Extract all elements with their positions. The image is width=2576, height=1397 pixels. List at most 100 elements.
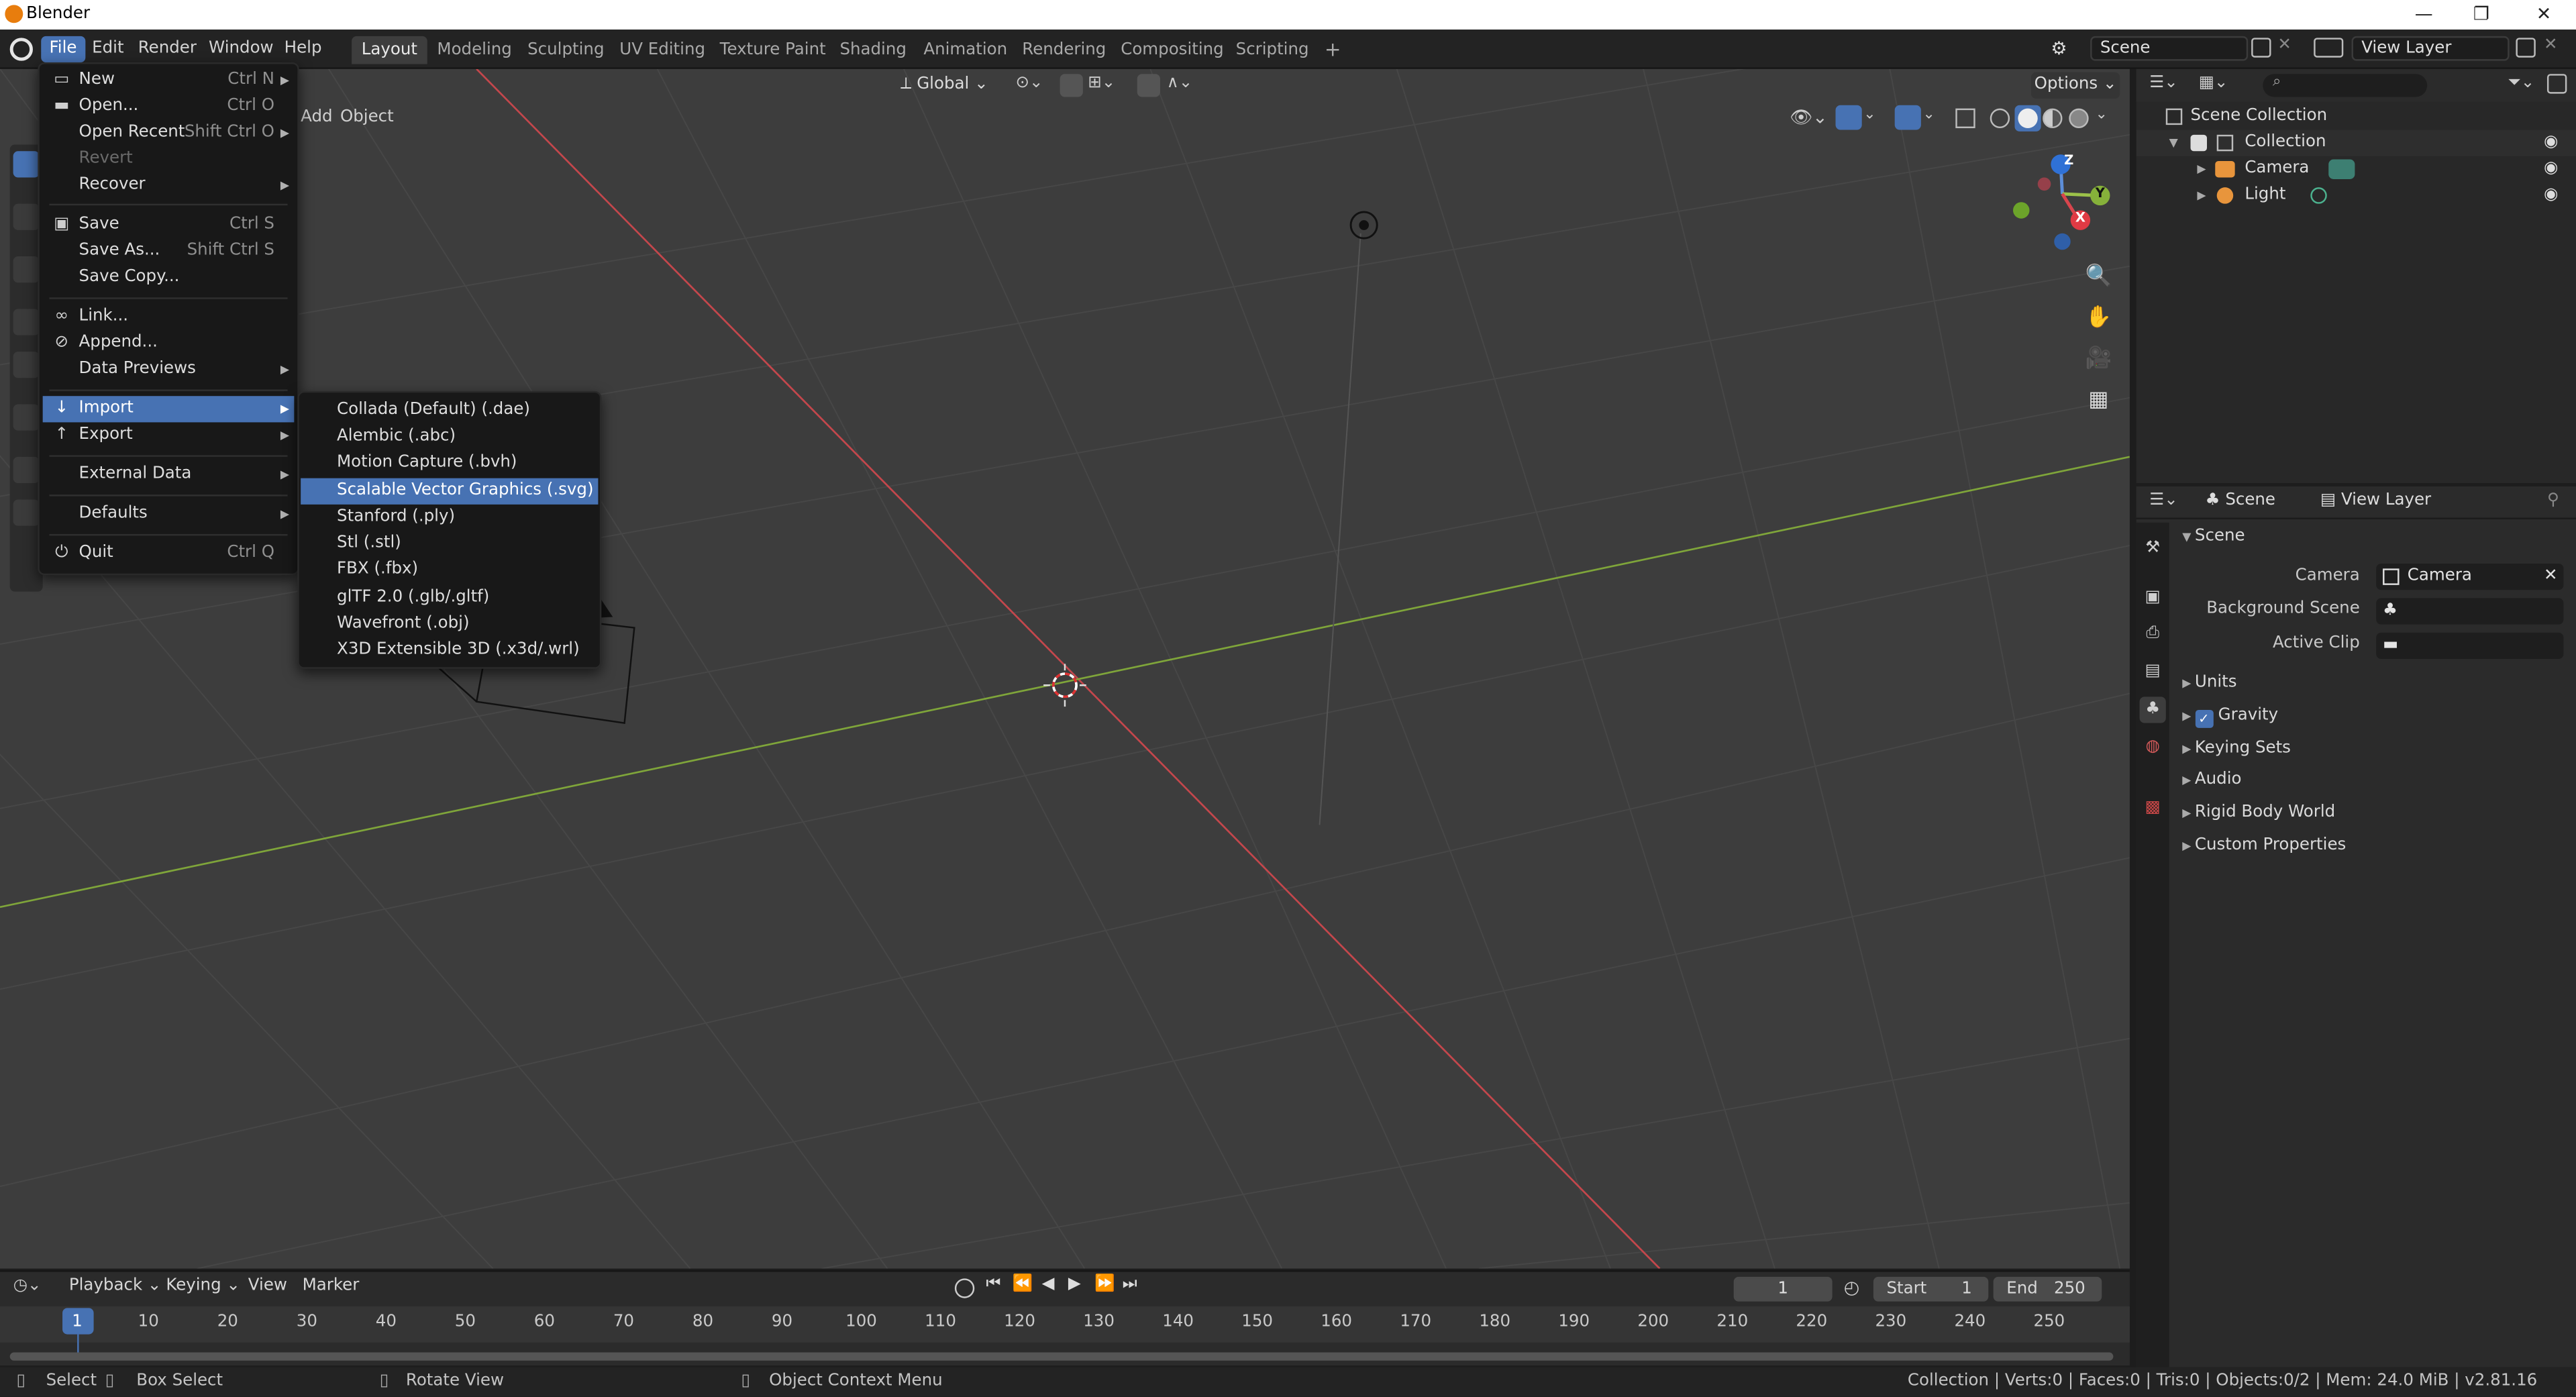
marker-menu[interactable]: Marker bbox=[303, 1277, 360, 1295]
file-menu-new[interactable]: ▭ New Ctrl N ▶ bbox=[43, 67, 295, 93]
tab-texture-paint[interactable]: Texture Paint bbox=[710, 36, 835, 64]
editor-type-icon[interactable]: ☰⌄ bbox=[2149, 491, 2185, 514]
units-panel-header[interactable]: ▶ Units bbox=[2182, 669, 2570, 698]
jump-keyframe-back-icon[interactable]: ⏪ bbox=[1013, 1275, 1033, 1293]
add-workspace-button[interactable]: + bbox=[1315, 36, 1351, 64]
play-reverse-icon[interactable]: ◀ bbox=[1042, 1275, 1055, 1293]
start-frame-field[interactable]: Start 1 bbox=[1873, 1276, 1989, 1302]
viewport-add-menu[interactable]: Add bbox=[294, 105, 339, 132]
annotate-tool-icon[interactable] bbox=[13, 456, 40, 484]
menu-window[interactable]: Window bbox=[201, 36, 282, 62]
stopwatch-icon[interactable]: ◴ bbox=[1844, 1277, 1860, 1298]
texture-tab-icon[interactable]: ▩ bbox=[2140, 795, 2166, 821]
keying-menu[interactable]: Keying ⌄ bbox=[166, 1277, 240, 1295]
file-menu-link[interactable]: ∞ Link... bbox=[43, 304, 295, 330]
import-collada[interactable]: Collada (Default) (.dae) bbox=[301, 398, 598, 424]
outliner-search-input[interactable]: ⌕ bbox=[2263, 74, 2428, 97]
tool-tab-icon[interactable]: ⚒ bbox=[2140, 535, 2166, 562]
eye-icon[interactable]: ◉ bbox=[2544, 156, 2558, 183]
world-tab-icon[interactable]: ◍ bbox=[2140, 735, 2166, 761]
eye-icon[interactable]: ◉ bbox=[2544, 183, 2558, 209]
shading-dropdown-icon[interactable]: ⌄ bbox=[2095, 107, 2111, 130]
viewport-object-menu[interactable]: Object bbox=[333, 105, 400, 132]
output-tab-icon[interactable]: ⎙ bbox=[2140, 621, 2166, 648]
timeline-view-menu[interactable]: View bbox=[248, 1277, 287, 1295]
tab-modeling[interactable]: Modeling bbox=[427, 36, 522, 64]
clear-icon[interactable]: ✕ bbox=[2544, 564, 2558, 590]
keying-sets-panel-header[interactable]: ▶ Keying Sets bbox=[2182, 735, 2570, 764]
cursor-tool-icon[interactable] bbox=[13, 203, 40, 230]
end-frame-field[interactable]: End 250 bbox=[1993, 1276, 2102, 1302]
active-clip-field[interactable]: ▬ bbox=[2376, 632, 2564, 660]
file-menu-save-copy[interactable]: Save Copy... bbox=[43, 264, 295, 291]
editor-type-icon[interactable]: ☰⌄ bbox=[2149, 74, 2185, 97]
scene-name-field[interactable]: Scene bbox=[2090, 36, 2249, 61]
gizmo-z-label[interactable]: Z bbox=[2061, 153, 2077, 168]
background-scene-field[interactable]: ♣ bbox=[2376, 598, 2564, 625]
pan-hand-icon[interactable]: ✋ bbox=[2080, 301, 2116, 337]
file-menu-save[interactable]: ▣ Save Ctrl S bbox=[43, 212, 295, 238]
timeline-scrollbar[interactable] bbox=[9, 1352, 2114, 1361]
pin-icon[interactable]: ⚲ bbox=[2547, 491, 2559, 509]
camera-field[interactable]: Camera ✕ bbox=[2376, 564, 2564, 590]
close-window-button[interactable]: ✕ bbox=[2519, 1, 2568, 28]
filter-icon[interactable]: ⏷⌄ bbox=[2508, 74, 2540, 97]
overlay-toggle-icon[interactable] bbox=[1894, 105, 1921, 130]
collection-checkbox[interactable] bbox=[2190, 134, 2208, 152]
tab-compositing[interactable]: Compositing bbox=[1111, 36, 1234, 64]
jump-keyframe-forward-icon[interactable]: ⏩ bbox=[1094, 1275, 1115, 1293]
solid-shading-icon[interactable] bbox=[2014, 105, 2041, 132]
outliner-row-collection[interactable]: ▼ Collection ◉ bbox=[2136, 130, 2576, 156]
new-scene-icon[interactable] bbox=[2251, 38, 2271, 58]
blender-menu-icon[interactable] bbox=[9, 38, 33, 61]
file-menu-save-as[interactable]: Save As... Shift Ctrl S bbox=[43, 238, 295, 264]
tab-shading[interactable]: Shading bbox=[830, 36, 917, 64]
gravity-checkbox[interactable]: ✓ bbox=[2194, 709, 2213, 728]
camera-data-icon[interactable] bbox=[2328, 159, 2355, 179]
file-menu-defaults[interactable]: Defaults ▶ bbox=[43, 501, 295, 527]
pivot-point-icon[interactable]: ⊙⌄ bbox=[1015, 74, 1048, 97]
file-menu-append[interactable]: ⊘ Append... bbox=[43, 330, 295, 356]
zoom-icon[interactable]: 🔍 bbox=[2080, 260, 2116, 296]
import-wavefront[interactable]: Wavefront (.obj) bbox=[301, 611, 598, 637]
expand-arrow-icon[interactable]: ▶ bbox=[2197, 156, 2206, 183]
xray-toggle-icon[interactable] bbox=[1955, 108, 1975, 129]
file-menu-open[interactable]: ▬ Open... Ctrl O bbox=[43, 94, 295, 120]
file-menu-import[interactable]: ↓ Import ▶ bbox=[42, 396, 295, 423]
gizmo-y-label[interactable]: Y bbox=[2092, 186, 2108, 201]
gravity-panel-header[interactable]: ▶ ✓ Gravity bbox=[2182, 702, 2570, 731]
delete-view-layer-icon[interactable]: ✕ bbox=[2544, 36, 2558, 54]
render-tab-icon[interactable]: ▣ bbox=[2140, 585, 2166, 611]
maximize-button[interactable]: ❐ bbox=[2457, 1, 2506, 28]
import-gltf[interactable]: glTF 2.0 (.glb/.gltf) bbox=[301, 585, 598, 611]
scale-tool-icon[interactable] bbox=[13, 352, 40, 378]
file-menu-external-data[interactable]: External Data ▶ bbox=[43, 462, 295, 488]
scene-panel-header[interactable]: ▼ Scene bbox=[2182, 523, 2570, 552]
transform-orientation-dropdown[interactable]: ⟂ Global ⌄ bbox=[900, 72, 999, 99]
view-layer-name-field[interactable]: View Layer bbox=[2351, 36, 2510, 61]
new-view-layer-icon[interactable] bbox=[2516, 38, 2536, 58]
tab-scripting[interactable]: Scripting bbox=[1226, 36, 1319, 64]
audio-panel-header[interactable]: ▶ Audio bbox=[2182, 766, 2570, 795]
perspective-toggle-icon[interactable]: ▦ bbox=[2080, 383, 2116, 419]
snap-toggle-icon[interactable] bbox=[1060, 74, 1083, 97]
select-tool-icon[interactable] bbox=[13, 151, 40, 178]
import-x3d[interactable]: X3D Extensible 3D (.x3d/.wrl) bbox=[301, 637, 598, 664]
file-menu-data-previews[interactable]: Data Previews ▶ bbox=[43, 356, 295, 382]
file-menu-open-recent[interactable]: Open Recent Shift Ctrl O ▶ bbox=[43, 120, 295, 146]
file-menu-export[interactable]: ↑ Export ▶ bbox=[43, 422, 295, 448]
menu-edit[interactable]: Edit bbox=[84, 36, 132, 62]
overlay-dropdown-icon[interactable]: ⌄ bbox=[1922, 107, 1939, 130]
play-icon[interactable]: ▶ bbox=[1068, 1275, 1081, 1293]
view-layer-browse-icon[interactable] bbox=[2314, 38, 2344, 58]
menu-render[interactable]: Render bbox=[130, 36, 205, 62]
import-motion-capture[interactable]: Motion Capture (.bvh) bbox=[301, 450, 598, 476]
file-menu-recover[interactable]: Recover ▶ bbox=[43, 172, 295, 199]
proportional-falloff-icon[interactable]: ∧⌄ bbox=[1167, 74, 1203, 97]
tab-animation[interactable]: Animation bbox=[914, 36, 1017, 64]
import-svg[interactable]: Scalable Vector Graphics (.svg) bbox=[301, 478, 599, 505]
view-layer-tab-icon[interactable]: ▤ bbox=[2140, 659, 2166, 685]
gizmo-dropdown-icon[interactable]: ⌄ bbox=[1863, 107, 1879, 130]
snap-target-icon[interactable]: ⊞⌄ bbox=[1088, 74, 1121, 97]
scene-browse-icon[interactable]: ⚙ bbox=[2051, 38, 2080, 60]
